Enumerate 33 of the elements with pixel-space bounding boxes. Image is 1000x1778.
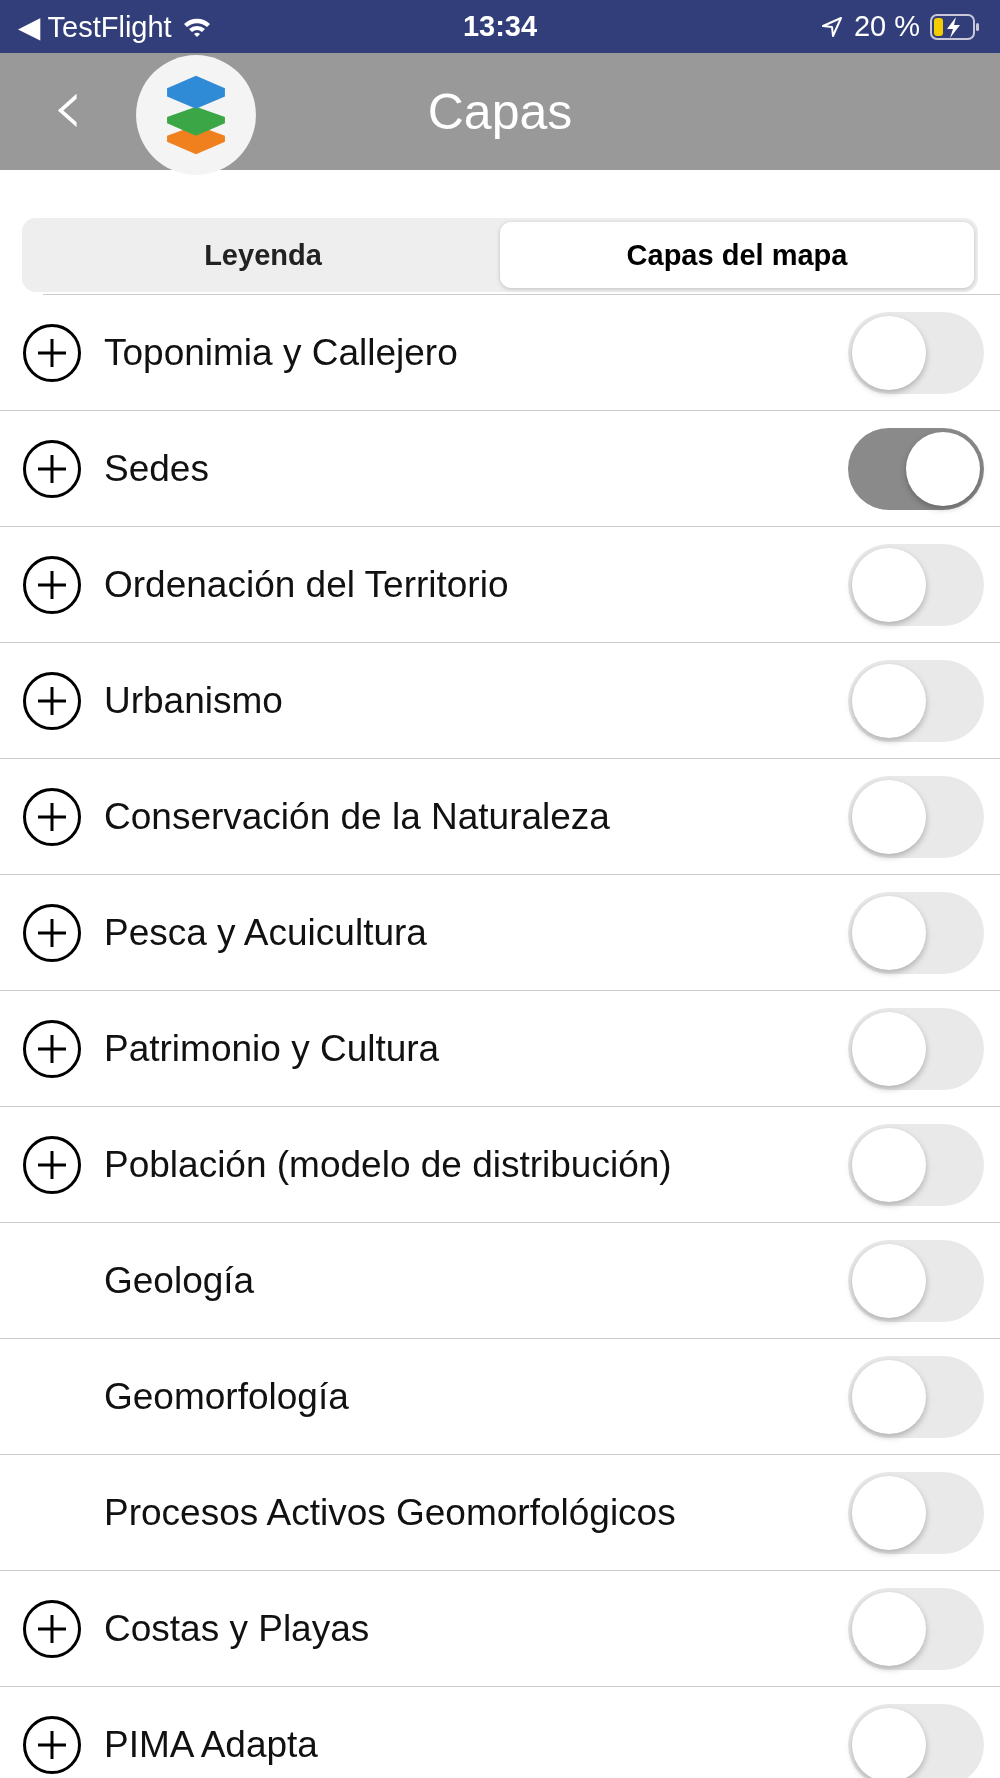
layer-name: Sedes [104,447,210,490]
expand-plus-icon[interactable] [22,438,82,499]
expand-plus-icon[interactable] [22,1598,82,1659]
layer-name: Geología [104,1259,256,1302]
battery-charging-icon [930,13,980,40]
expand-plus-icon[interactable] [22,1018,82,1079]
layer-name: PIMA Adapta [104,1723,319,1766]
layer-name: Pesca y Acuicultura [104,911,428,954]
battery-percentage: 20 % [853,10,920,43]
layer-name: Urbanismo [104,679,284,722]
toggle-switch[interactable] [848,1703,984,1778]
expand-plus-icon[interactable] [22,786,82,847]
layers-logo-icon [134,52,258,177]
layer-name: Costas y Playas [104,1607,371,1650]
expand-plus-icon[interactable] [22,670,82,731]
expand-plus-icon[interactable] [22,902,82,963]
segment-tab[interactable]: Leyenda [26,222,500,288]
layer-name: Geomorfología [104,1375,350,1418]
segment-tab[interactable]: Capas del mapa [500,222,974,288]
layer-name: Patrimonio y Cultura [104,1027,441,1070]
location-arrow-icon [819,14,844,39]
layer-name: Toponimia y Callejero [104,331,459,374]
status-time: 13:34 [462,10,538,43]
layer-name: Ordenación del Territorio [104,563,510,606]
expand-plus-icon[interactable] [22,1714,82,1775]
expand-plus-icon[interactable] [22,322,82,383]
expand-plus-icon[interactable] [22,554,82,615]
expand-plus-icon[interactable] [22,1134,82,1195]
layer-name: Población (modelo de distribución) [104,1143,673,1186]
layer-name: Conservación de la Naturaleza [104,795,611,838]
back-to-app-link[interactable]: ◀ TestFlight [18,9,172,44]
screen-title: Capas [427,82,573,141]
layer-name: Procesos Activos Geomorfológicos [104,1491,677,1534]
